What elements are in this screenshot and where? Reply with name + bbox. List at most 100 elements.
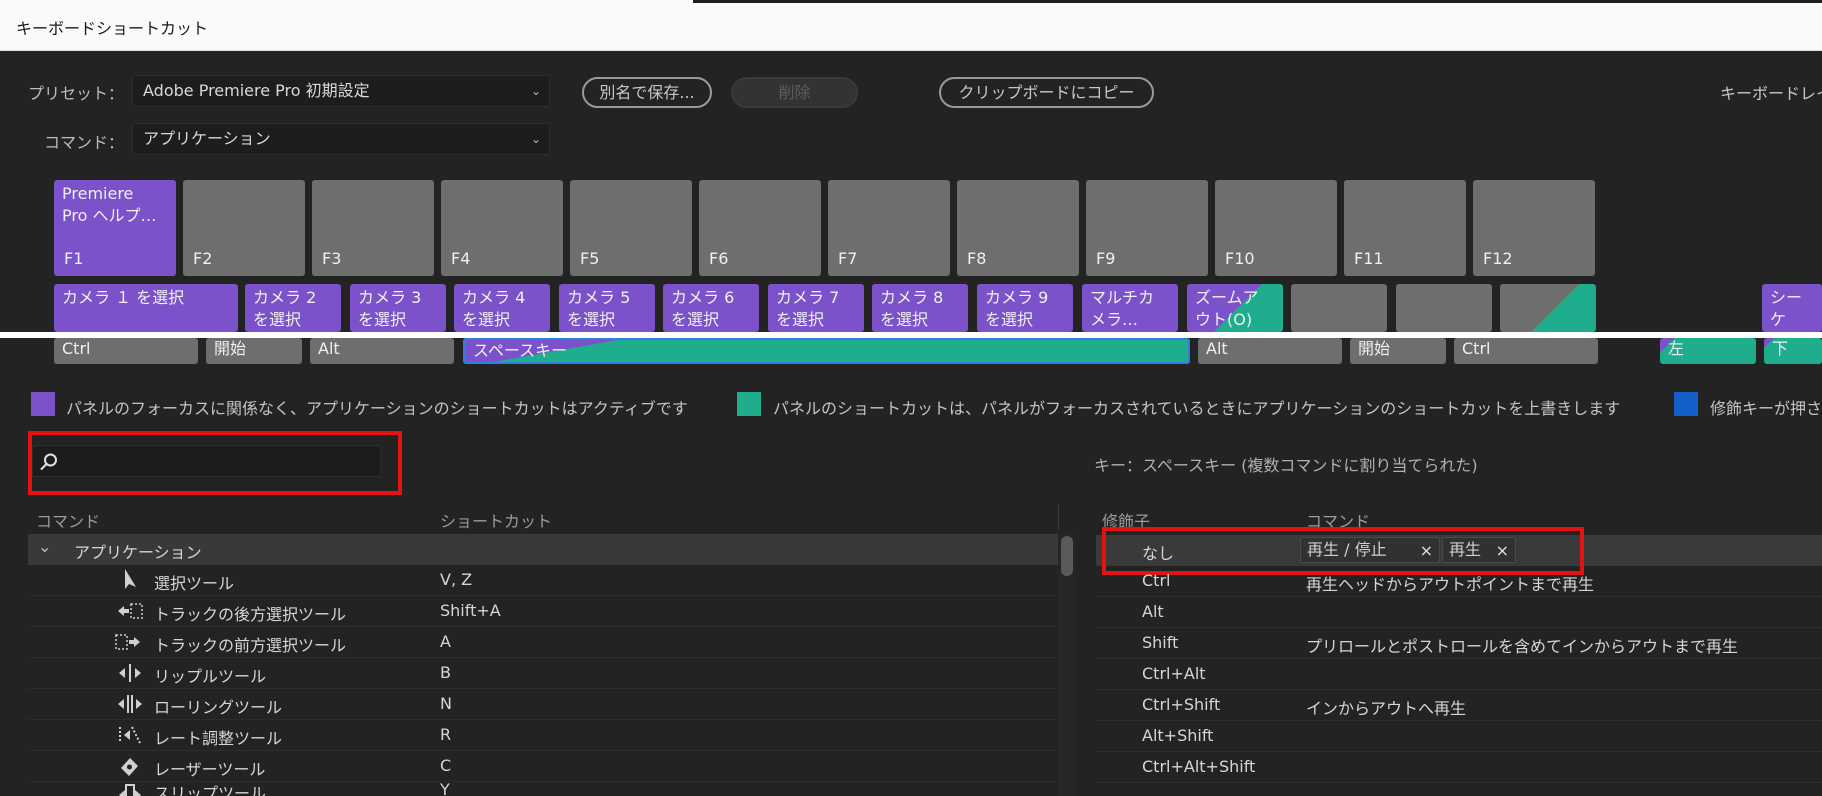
modifier-value: Alt+Shift [1142, 726, 1214, 745]
key-7[interactable]: カメラ 7 を選択 [768, 284, 864, 332]
legend-panel-text: パネルのショートカットは、パネルがフォーカスされているときにアプリケーションのシ… [773, 399, 1621, 418]
key-f12[interactable]: F12 [1473, 180, 1595, 276]
shortcut-value: V, Z [440, 570, 473, 589]
key-ctrl-right[interactable]: Ctrl [1454, 338, 1598, 364]
key-label: F1 [64, 249, 84, 268]
key-f1[interactable]: Premiere Pro ヘルプ… F1 [54, 180, 176, 276]
key-arrow-left[interactable]: 左 [1660, 338, 1756, 364]
modifier-row[interactable]: Ctrl 再生ヘッドからアウトポイントまで再生 [1096, 566, 1822, 597]
table-row[interactable]: ローリングツール N [28, 689, 1056, 720]
modifier-value: Ctrl+Alt+Shift [1142, 757, 1256, 776]
modifier-value: Ctrl [1142, 571, 1171, 590]
key-9[interactable]: カメラ 9 を選択 [977, 284, 1073, 332]
search-input[interactable] [32, 445, 381, 477]
key-action: カメラ 7 を選択 [776, 288, 840, 329]
delete-button[interactable]: 削除 [731, 77, 858, 108]
table-row[interactable]: トラックの前方選択ツール A [28, 627, 1056, 658]
key-1[interactable]: カメラ １ を選択 [54, 284, 238, 332]
preset-dropdown[interactable]: Adobe Premiere Pro 初期設定 ⌄ [132, 75, 550, 107]
key-blank[interactable] [1396, 284, 1492, 332]
table-row[interactable]: レート調整ツール R [28, 720, 1056, 751]
key-start-left[interactable]: 開始 [206, 338, 302, 364]
key-ctrl-left[interactable]: Ctrl [54, 338, 198, 364]
key-label: F10 [1225, 249, 1255, 268]
modifier-row[interactable]: Ctrl+Shift インからアウトへ再生 [1096, 690, 1822, 721]
key-label: Alt [318, 339, 340, 358]
key-f11[interactable]: F11 [1344, 180, 1466, 276]
key-label: F12 [1483, 249, 1513, 268]
legend-app-text: パネルのフォーカスに関係なく、アプリケーションのショートカットはアクティブです [66, 399, 688, 418]
command-name: トラックの後方選択ツール [154, 605, 347, 624]
key-f1-action: Premiere Pro ヘルプ… [62, 184, 157, 225]
key-f3[interactable]: F3 [312, 180, 434, 276]
shortcut-value: N [440, 694, 452, 713]
key-label: 開始 [1358, 339, 1391, 358]
key-4[interactable]: カメラ 4 を選択 [454, 284, 550, 332]
command-value: プリロールとポストロールを含めてインからアウトまで再生 [1306, 637, 1739, 656]
key-space[interactable]: スペースキー [463, 338, 1190, 364]
key-f8[interactable]: F8 [957, 180, 1079, 276]
rate-stretch-icon [119, 726, 141, 744]
key-label: F3 [322, 249, 342, 268]
key-3[interactable]: カメラ 3 を選択 [350, 284, 446, 332]
key-alt-left[interactable]: Alt [310, 338, 454, 364]
ripple-edit-icon [119, 664, 141, 682]
key-action: カメラ 9 を選択 [985, 288, 1049, 329]
key-alt-right[interactable]: Alt [1198, 338, 1342, 364]
key-label: F5 [580, 249, 600, 268]
key-0[interactable]: マルチカ メラ… [1082, 284, 1178, 332]
key-2[interactable]: カメラ 2 を選択 [245, 284, 341, 332]
command-dropdown[interactable]: アプリケーション ⌄ [132, 123, 550, 155]
key-arrow-down[interactable]: 下 [1764, 338, 1822, 364]
keyboard-layout-label: キーボードレイ [1720, 84, 1822, 103]
key-action: カメラ 6 を選択 [671, 288, 735, 329]
key-6[interactable]: カメラ 6 を選択 [663, 284, 759, 332]
table-row[interactable]: スリップツール Y [28, 782, 1056, 796]
copy-to-clipboard-button[interactable]: クリップボードにコピー [939, 77, 1154, 108]
chevron-down-icon[interactable]: ⌄ [38, 537, 51, 556]
table-row[interactable]: トラックの後方選択ツール Shift+A [28, 596, 1056, 627]
key-action: カメラ 5 を選択 [567, 288, 631, 329]
command-name: リップルツール [154, 667, 267, 686]
key-f5[interactable]: F5 [570, 180, 692, 276]
save-as-button[interactable]: 別名で保存... [582, 77, 712, 108]
table-row[interactable]: リップルツール B [28, 658, 1056, 689]
key-label: 下 [1772, 339, 1789, 358]
modifier-row[interactable]: Alt [1096, 597, 1822, 628]
legend-modifier-text: 修飾キーが押さ [1710, 399, 1822, 418]
key-start-right[interactable]: 開始 [1350, 338, 1446, 364]
key-label: F9 [1096, 249, 1116, 268]
key-f7[interactable]: F7 [828, 180, 950, 276]
key-label: 開始 [214, 339, 247, 358]
modifier-value: Shift [1142, 633, 1179, 652]
modifier-row[interactable]: Ctrl+Alt+Shift [1096, 752, 1822, 783]
key-f10[interactable]: F10 [1215, 180, 1337, 276]
key-f4[interactable]: F4 [441, 180, 563, 276]
shortcut-value: R [440, 725, 452, 744]
key-numpad[interactable]: シーケ スま… [1762, 284, 1822, 332]
key-f6[interactable]: F6 [699, 180, 821, 276]
scrollbar-thumb[interactable] [1061, 536, 1073, 576]
rolling-edit-icon [118, 695, 142, 713]
key-f2[interactable]: F2 [183, 180, 305, 276]
key-equals[interactable] [1291, 284, 1387, 332]
key-5[interactable]: カメラ 5 を選択 [559, 284, 655, 332]
table-row[interactable]: 選択ツール V, Z [28, 565, 1056, 596]
modifier-row[interactable]: Shift プリロールとポストロールを含めてインからアウトまで再生 [1096, 628, 1822, 659]
legend-modifier-swatch [1674, 392, 1698, 416]
scrollbar-track[interactable] [1058, 534, 1076, 796]
key-backspace[interactable] [1500, 284, 1596, 332]
key-8[interactable]: カメラ 8 を選択 [872, 284, 968, 332]
modifier-row[interactable]: Ctrl+Alt [1096, 659, 1822, 690]
key-minus[interactable]: ズームア ウト(O) [1187, 284, 1283, 332]
command-name: スリップツール [154, 784, 267, 796]
column-header-command: コマンド [36, 512, 101, 531]
group-row-application[interactable]: ⌄ アプリケーション [28, 534, 1059, 565]
modifier-value: Ctrl+Alt [1142, 664, 1206, 683]
command-value: 再生ヘッドからアウトポイントまで再生 [1306, 575, 1595, 594]
key-f9[interactable]: F9 [1086, 180, 1208, 276]
modifier-row[interactable]: Alt+Shift [1096, 721, 1822, 752]
key-label: F6 [709, 249, 729, 268]
track-select-forward-icon [115, 634, 140, 650]
table-row[interactable]: レーザーツール C [28, 751, 1056, 782]
